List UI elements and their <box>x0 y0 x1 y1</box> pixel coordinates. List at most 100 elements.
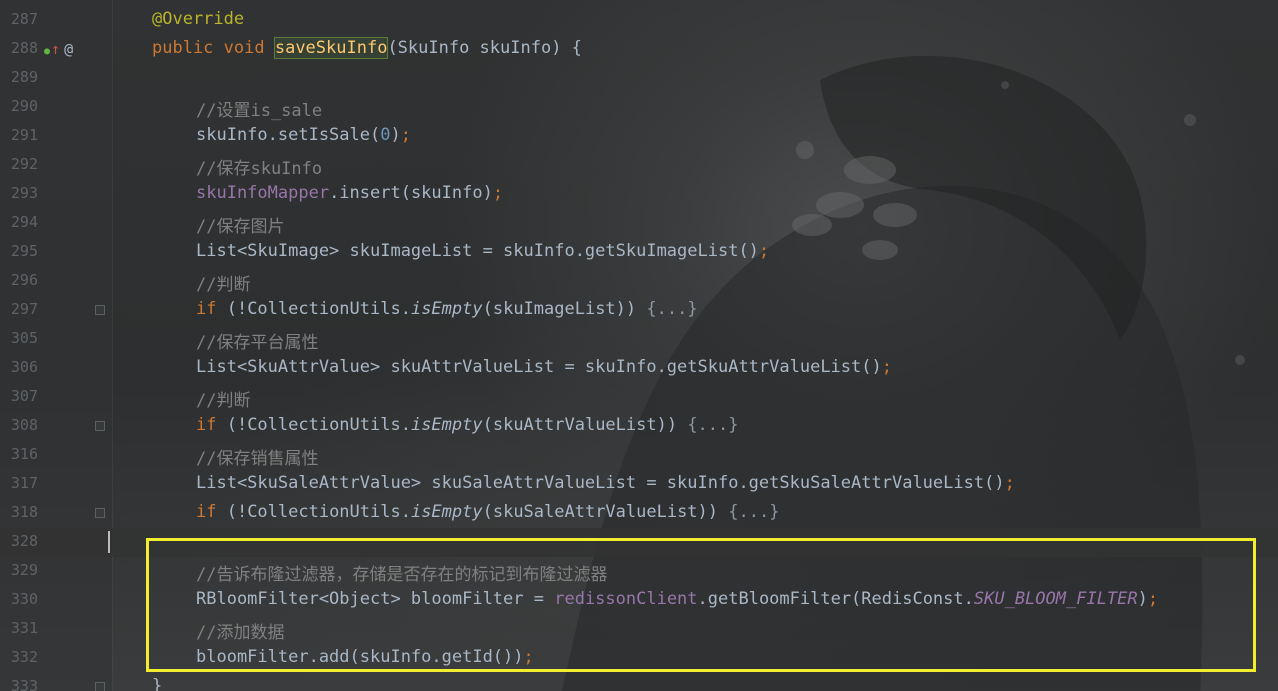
line-number: 297 <box>10 300 38 318</box>
line-number: 316 <box>10 445 38 463</box>
line-number: 333 <box>10 677 38 691</box>
code-line[interactable]: 317 List<SkuSaleAttrValue> skuSaleAttrVal… <box>0 470 1278 499</box>
code-text[interactable]: skuInfoMapper.insert(skuInfo); <box>196 183 503 203</box>
fold-toggle-icon[interactable] <box>95 682 105 691</box>
code-line[interactable]: 305 //保存平台属性 <box>0 325 1278 354</box>
code-line[interactable]: 307 //判断 <box>0 383 1278 412</box>
code-token: List<SkuSaleAttrValue> skuSaleAttrValueL… <box>196 473 1005 493</box>
code-text[interactable]: //设置is_sale <box>196 96 322 121</box>
line-number: 308 <box>10 416 38 434</box>
code-text[interactable]: //判断 <box>196 270 250 295</box>
code-text[interactable]: //保存平台属性 <box>196 328 318 353</box>
code-token: (SkuInfo skuInfo) { <box>387 38 582 58</box>
code-text[interactable]: List<SkuSaleAttrValue> skuSaleAttrValueL… <box>196 473 1015 493</box>
code-token: 0 <box>380 125 391 145</box>
code-text[interactable]: skuInfo.setIsSale(0); <box>196 125 411 145</box>
code-token: //保存图片 <box>196 217 285 237</box>
code-line[interactable]: 290 //设置is_sale <box>0 93 1278 122</box>
line-number: 329 <box>10 561 38 579</box>
code-text[interactable]: //保存图片 <box>196 212 284 237</box>
code-token: (!CollectionUtils. <box>226 502 411 522</box>
code-token: if <box>196 299 227 319</box>
code-token: @Override <box>152 9 245 29</box>
code-text[interactable]: if (!CollectionUtils.isEmpty(skuImageLis… <box>196 299 698 319</box>
code-token: skuInfoMapper <box>196 183 330 203</box>
code-line[interactable]: 291 skuInfo.setIsSale(0); <box>0 122 1278 151</box>
code-token: {...} <box>728 502 780 522</box>
code-token: ; <box>400 125 411 145</box>
code-text[interactable]: //判断 <box>196 386 250 411</box>
code-text[interactable]: //保存销售属性 <box>196 444 318 469</box>
code-token: //保存平台属性 <box>196 333 319 353</box>
code-token: ; <box>881 357 892 377</box>
code-token: ) <box>390 125 401 145</box>
code-line[interactable]: 293 skuInfoMapper.insert(skuInfo); <box>0 180 1278 209</box>
line-number: 290 <box>10 97 38 115</box>
fold-toggle-icon[interactable] <box>95 508 105 518</box>
line-number: 305 <box>10 329 38 347</box>
code-line[interactable]: 296 //判断 <box>0 267 1278 296</box>
code-token: (!CollectionUtils. <box>226 299 411 319</box>
yellow-highlight-frame <box>146 538 1256 672</box>
line-number: 296 <box>10 271 38 289</box>
fold-toggle-icon[interactable] <box>95 305 105 315</box>
fold-toggle-icon[interactable] <box>95 421 105 431</box>
code-line[interactable]: 318 if (!CollectionUtils.isEmpty(skuSaleA… <box>0 499 1278 528</box>
line-number: 331 <box>10 619 38 637</box>
code-token: (skuAttrValueList)) <box>482 415 688 435</box>
code-line[interactable]: 292 //保存skuInfo <box>0 151 1278 180</box>
code-token: //设置is_sale <box>196 101 323 121</box>
line-number: 291 <box>10 126 38 144</box>
gutter-icons[interactable]: ●↑ @ <box>44 40 73 58</box>
line-number: 295 <box>10 242 38 260</box>
line-number: 288 <box>10 39 38 57</box>
line-number: 292 <box>10 155 38 173</box>
code-token: (skuSaleAttrValueList)) <box>482 502 729 522</box>
code-token: isEmpty <box>410 299 483 319</box>
text-caret <box>108 531 110 553</box>
code-line[interactable]: 288 ●↑ @ public void saveSkuInfo(SkuInfo sk… <box>0 35 1278 64</box>
code-token: ; <box>492 183 504 203</box>
code-line[interactable]: 294 //保存图片 <box>0 209 1278 238</box>
code-line[interactable]: 333} <box>0 673 1278 691</box>
code-line[interactable]: 295 List<SkuImage> skuImageList = skuInfo… <box>0 238 1278 267</box>
code-token: List<SkuAttrValue> skuAttrValueList = sk… <box>196 357 882 377</box>
line-number: 293 <box>10 184 38 202</box>
line-number: 289 <box>10 68 38 86</box>
code-token: //判断 <box>196 275 251 295</box>
code-text[interactable]: @Override <box>152 9 244 29</box>
code-token: //判断 <box>196 391 251 411</box>
code-text[interactable]: if (!CollectionUtils.isEmpty(skuSaleAttr… <box>196 502 779 522</box>
line-number: 287 <box>10 10 38 28</box>
implements-icon[interactable]: ● <box>44 46 50 57</box>
code-line[interactable]: 308 if (!CollectionUtils.isEmpty(skuAttrV… <box>0 412 1278 441</box>
code-token: isEmpty <box>410 415 483 435</box>
code-text[interactable]: public void saveSkuInfo(SkuInfo skuInfo)… <box>152 37 582 59</box>
code-text[interactable]: } <box>152 676 162 691</box>
code-text[interactable]: if (!CollectionUtils.isEmpty(skuAttrValu… <box>196 415 739 435</box>
code-token: ; <box>1004 473 1015 493</box>
line-number: 307 <box>10 387 38 405</box>
line-number: 330 <box>10 590 38 608</box>
code-text[interactable]: List<SkuAttrValue> skuAttrValueList = sk… <box>196 357 892 377</box>
code-line[interactable]: 297 if (!CollectionUtils.isEmpty(skuImage… <box>0 296 1278 325</box>
code-editor[interactable]: 287 @Override 288 ●↑ @ public void saveSkuInf… <box>0 0 1278 691</box>
code-text[interactable]: List<SkuImage> skuImageList = skuInfo.ge… <box>196 241 769 261</box>
code-token: //保存skuInfo <box>196 159 323 179</box>
code-token: //保存销售属性 <box>196 449 319 469</box>
code-text[interactable]: //保存skuInfo <box>196 154 322 179</box>
code-line[interactable]: 306 List<SkuAttrValue> skuAttrValueList =… <box>0 354 1278 383</box>
code-token: void <box>223 38 275 58</box>
overrides-up-arrow-icon[interactable]: ↑ <box>51 40 60 58</box>
code-line[interactable]: 316 //保存销售属性 <box>0 441 1278 470</box>
line-number: 332 <box>10 648 38 666</box>
annotation-at-icon[interactable]: @ <box>64 40 73 58</box>
code-token: isEmpty <box>410 502 483 522</box>
code-token: public <box>152 38 224 58</box>
code-line[interactable]: 289 <box>0 64 1278 93</box>
code-token: } <box>152 676 163 691</box>
code-token: List<SkuImage> skuImageList = skuInfo.ge… <box>196 241 759 261</box>
code-token: .insert(skuInfo) <box>329 183 493 203</box>
line-number: 318 <box>10 503 38 521</box>
code-line[interactable]: 287 @Override <box>0 6 1278 35</box>
